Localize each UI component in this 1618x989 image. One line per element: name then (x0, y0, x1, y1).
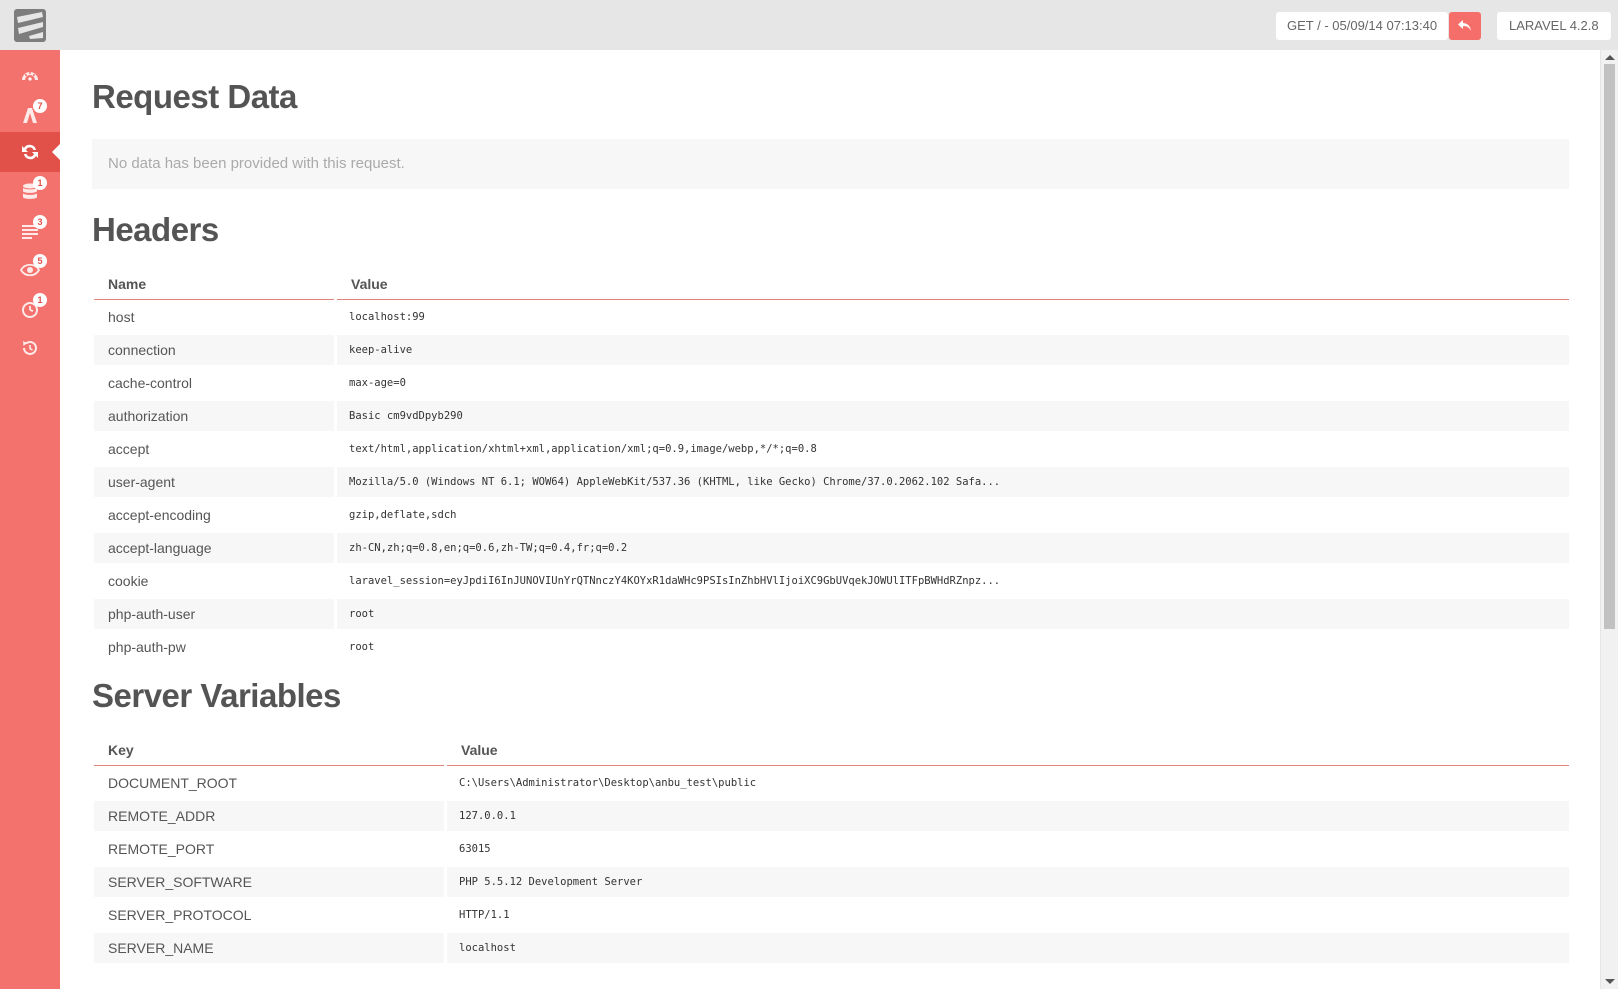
row-key: accept-encoding (108, 507, 211, 523)
server-col-key: Key (94, 740, 444, 766)
sidebar-item-dashboard[interactable] (0, 56, 60, 96)
table-row: cookie laravel_session=eyJpdiI6InJUNOVIUn… (94, 564, 1569, 597)
row-key: connection (94, 335, 334, 365)
row-value: max-age=0 (349, 377, 406, 389)
row-value: keep-alive (337, 335, 1569, 365)
table-row: php-auth-user root (94, 597, 1569, 630)
row-value: laravel_session=eyJpdiI6InJUNOVIUnYrQTNn… (349, 575, 1001, 587)
row-key: SERVER_PROTOCOL (108, 907, 252, 923)
sidebar: 7 1 3 5 1 (0, 50, 60, 989)
row-key: php-auth-pw (108, 639, 186, 655)
row-value: Basic cm9vdDpyb290 (337, 401, 1569, 431)
history-icon (23, 340, 37, 355)
row-key: DOCUMENT_ROOT (108, 775, 238, 791)
server-col-value: Value (447, 740, 1569, 766)
table-row: accept text/html,application/xhtml+xml,ap… (94, 432, 1569, 465)
headers-table: Name Value host localhost:99 connection kee… (94, 274, 1569, 663)
database-badge: 1 (33, 176, 47, 190)
table-row: SERVER_PROTOCOL HTTP/1.1 (94, 898, 1569, 931)
events-badge: 5 (33, 254, 47, 268)
dashboard-icon (22, 72, 38, 81)
server-variables-title: Server Variables (92, 677, 341, 714)
row-key: accept-language (94, 533, 334, 563)
routes-badge: 7 (33, 99, 47, 113)
table-row: DOCUMENT_ROOT C:\Users\Administrator\Desk… (94, 766, 1569, 799)
row-value: gzip,deflate,sdch (349, 509, 457, 521)
request-data-title: Request Data (92, 78, 297, 115)
server-table-head: Key Value (94, 740, 1569, 766)
sidebar-item-timers[interactable]: 1 (0, 289, 60, 329)
table-row: host localhost:99 (94, 300, 1569, 333)
server-table-body: DOCUMENT_ROOT C:\Users\Administrator\Desk… (94, 766, 1569, 964)
framework-version: LARAVEL 4.2.8 (1497, 12, 1611, 40)
row-value: C:\Users\Administrator\Desktop\anbu_test… (459, 777, 757, 789)
row-value: 127.0.0.1 (447, 801, 1569, 831)
headers-table-body: host localhost:99 connection keep-alive cach… (94, 300, 1569, 663)
row-value: PHP 5.5.12 Development Server (447, 867, 1569, 897)
row-value: root (337, 599, 1569, 629)
table-row: user-agent Mozilla/5.0 (Windows NT 6.1; W… (94, 465, 1569, 498)
row-value: HTTP/1.1 (459, 909, 510, 921)
server-table: Key Value DOCUMENT_ROOT C:\Users\Administ… (94, 740, 1569, 964)
row-key: host (108, 309, 135, 325)
table-row: connection keep-alive (94, 333, 1569, 366)
sidebar-item-history[interactable] (0, 328, 60, 368)
table-row: REMOTE_ADDR 127.0.0.1 (94, 799, 1569, 832)
table-row: SERVER_NAME localhost (94, 931, 1569, 964)
sidebar-item-logs[interactable]: 3 (0, 211, 60, 251)
headers-table-head: Name Value (94, 274, 1569, 300)
sidebar-item-routes[interactable]: 7 (0, 95, 60, 135)
row-value: localhost (447, 933, 1569, 963)
table-row: accept-encoding gzip,deflate,sdch (94, 498, 1569, 531)
table-row: php-auth-pw root (94, 630, 1569, 663)
row-value: zh-CN,zh;q=0.8,en;q=0.6,zh-TW;q=0.4,fr;q… (337, 533, 1569, 563)
row-value: text/html,application/xhtml+xml,applicat… (349, 443, 817, 455)
refresh-icon (22, 144, 38, 160)
table-row: REMOTE_PORT 63015 (94, 832, 1569, 865)
table-row: authorization Basic cm9vdDpyb290 (94, 399, 1569, 432)
logs-badge: 3 (33, 215, 47, 229)
row-key: authorization (94, 401, 334, 431)
request-info: GET / - 05/09/14 07:13:40 (1276, 12, 1449, 40)
sidebar-item-database[interactable]: 1 (0, 172, 60, 212)
anbu-logo-icon[interactable] (14, 9, 46, 42)
row-value: 63015 (459, 843, 491, 855)
row-key: SERVER_SOFTWARE (94, 867, 444, 897)
top-bar: GET / - 05/09/14 07:13:40 LARAVEL 4.2.8 (0, 0, 1618, 50)
sidebar-item-events[interactable]: 5 (0, 250, 60, 290)
sidebar-item-request[interactable] (0, 132, 60, 172)
table-row: accept-language zh-CN,zh;q=0.8,en;q=0.6,z… (94, 531, 1569, 564)
headers-col-value: Value (337, 274, 1569, 300)
scroll-up-arrow-icon[interactable] (1605, 55, 1615, 60)
headers-col-name: Name (94, 274, 334, 300)
table-row: SERVER_SOFTWARE PHP 5.5.12 Development Se… (94, 865, 1569, 898)
timers-badge: 1 (33, 293, 47, 307)
scroll-down-arrow-icon[interactable] (1605, 979, 1615, 984)
reply-icon (1458, 20, 1471, 31)
table-row: cache-control max-age=0 (94, 366, 1569, 399)
row-value: localhost:99 (349, 311, 425, 323)
page-scrollbar[interactable] (1600, 50, 1618, 989)
row-key: accept (108, 441, 150, 457)
request-data-empty: No data has been provided with this requ… (92, 139, 1569, 189)
row-key: cache-control (108, 375, 193, 391)
row-key: user-agent (94, 467, 334, 497)
row-key: REMOTE_PORT (108, 841, 215, 857)
row-key: REMOTE_ADDR (94, 801, 444, 831)
row-value: Mozilla/5.0 (Windows NT 6.1; WOW64) Appl… (337, 467, 1569, 497)
row-key: cookie (108, 573, 149, 589)
return-button[interactable] (1449, 12, 1481, 40)
row-key: php-auth-user (94, 599, 334, 629)
row-key: SERVER_NAME (94, 933, 444, 963)
scrollbar-thumb[interactable] (1604, 64, 1615, 629)
headers-title: Headers (92, 211, 219, 248)
row-value: root (349, 641, 375, 653)
